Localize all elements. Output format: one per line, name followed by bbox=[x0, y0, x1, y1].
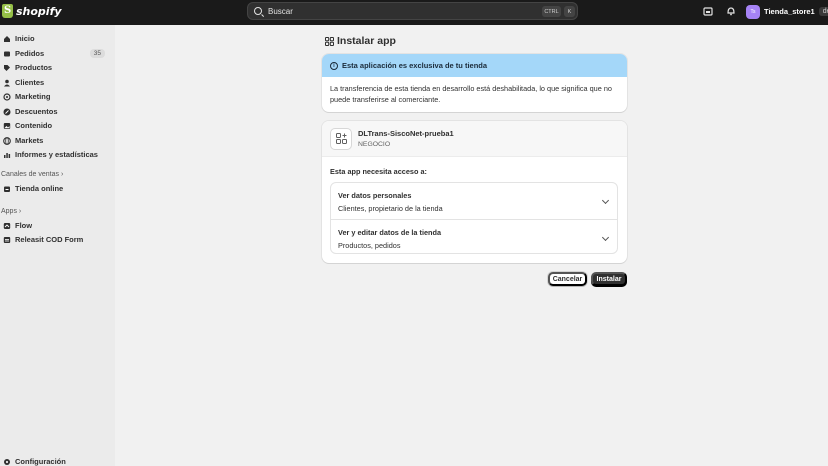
discount-icon bbox=[3, 108, 11, 115]
banner-body: La transferencia de esta tienda en desar… bbox=[330, 84, 612, 104]
store-icon bbox=[4, 186, 10, 192]
sidebar-item-configuracion[interactable]: Configuración bbox=[0, 455, 115, 466]
search-bar[interactable]: CTRL K bbox=[247, 2, 578, 20]
app-permissions-card: DLTrans-SiscoNet-prueba1 NEGOCIO Esta ap… bbox=[322, 121, 627, 263]
sales-channels-section[interactable]: Canales de ventas › bbox=[1, 171, 63, 178]
sidebar-item-pedidos[interactable]: Pedidos 35 bbox=[0, 47, 115, 60]
chevron-right-icon: › bbox=[18, 208, 22, 215]
sidebar-item-tienda-online[interactable]: Tienda online bbox=[0, 182, 115, 195]
sidebar-item-label: Markets bbox=[15, 136, 44, 145]
sidebar-item-label: Pedidos bbox=[15, 49, 45, 58]
chart-icon bbox=[4, 152, 11, 158]
sidebar-item-releasit[interactable]: Releasit COD Form bbox=[0, 233, 115, 246]
dev-badge: dev bbox=[818, 7, 828, 16]
target-icon bbox=[3, 92, 11, 101]
search-icon bbox=[254, 7, 262, 15]
chevron-down-icon[interactable] bbox=[601, 196, 610, 205]
app-category: NEGOCIO bbox=[358, 141, 391, 148]
chevron-right-icon: › bbox=[60, 171, 64, 178]
sidebar-item-label: Productos bbox=[15, 63, 53, 72]
shopify-bag-icon bbox=[2, 4, 13, 18]
permission-desc: Productos, pedidos bbox=[338, 241, 401, 250]
permission-item[interactable]: Ver y editar datos de la tienda Producto… bbox=[331, 219, 617, 255]
permission-name: Ver datos personales bbox=[338, 191, 412, 200]
logo-text: shopify bbox=[16, 4, 62, 18]
top-bar: shopify CTRL K Ts Tienda_store1 dev bbox=[0, 0, 828, 25]
permissions-title: Esta app necesita acceso a: bbox=[330, 167, 427, 176]
sidebar-item-label: Descuentos bbox=[15, 107, 58, 116]
install-button[interactable]: Instalar bbox=[591, 272, 627, 286]
exclusive-app-banner: i Esta aplicación es exclusiva de tu tie… bbox=[322, 54, 627, 112]
app-name: DLTrans-SiscoNet-prueba1 bbox=[358, 129, 454, 138]
banner-title: Esta aplicación es exclusiva de tu tiend… bbox=[342, 61, 488, 70]
sidebar-item-label: Informes y estadísticas bbox=[15, 150, 98, 159]
sidebar-item-productos[interactable]: Productos bbox=[0, 61, 115, 74]
sales-channels-label: Canales de ventas bbox=[1, 171, 59, 178]
app-icon bbox=[330, 127, 352, 150]
sidebar-item-informes[interactable]: Informes y estadísticas bbox=[0, 148, 115, 161]
apps-label: Apps bbox=[1, 208, 17, 215]
page-title-text: Instalar app bbox=[337, 35, 396, 47]
image-icon bbox=[3, 122, 11, 129]
store-menu-button[interactable]: Ts Tienda_store1 dev bbox=[746, 3, 828, 20]
cancel-button[interactable]: Cancelar bbox=[548, 272, 587, 286]
shortcut-k-key: K bbox=[564, 6, 575, 17]
sidebar-item-descuentos[interactable]: Descuentos bbox=[0, 105, 115, 118]
sidebar-item-label: Releasit COD Form bbox=[15, 235, 84, 244]
permission-desc: Clientes, propietario de la tienda bbox=[338, 204, 443, 213]
store-avatar: Ts bbox=[746, 4, 760, 19]
shopify-logo[interactable]: shopify bbox=[2, 4, 62, 18]
form-icon bbox=[3, 236, 11, 243]
page-title: Instalar app bbox=[325, 35, 396, 47]
apps-section[interactable]: Apps › bbox=[1, 208, 21, 215]
sidebar-item-inicio[interactable]: Inicio bbox=[0, 32, 115, 45]
sidebar-item-markets[interactable]: Markets bbox=[0, 134, 115, 147]
sidebar-item-marketing[interactable]: Marketing bbox=[0, 90, 115, 103]
sidebar-item-flow[interactable]: Flow bbox=[0, 219, 115, 232]
app-grid-icon bbox=[335, 133, 347, 144]
home-icon bbox=[4, 35, 10, 42]
info-icon: i bbox=[330, 61, 338, 70]
chevron-down-icon[interactable] bbox=[601, 233, 610, 242]
person-icon bbox=[4, 79, 10, 86]
sidebar-item-label: Clientes bbox=[15, 78, 45, 87]
sidebar-item-label: Contenido bbox=[15, 121, 53, 130]
flow-icon bbox=[3, 222, 11, 229]
permissions-list: Ver datos personales Clientes, propietar… bbox=[330, 182, 618, 254]
sidebar-item-label: Configuración bbox=[15, 457, 66, 466]
store-icon[interactable] bbox=[703, 6, 713, 16]
sidebar-item-label: Marketing bbox=[15, 92, 51, 101]
shortcut-ctrl-key: CTRL bbox=[542, 6, 561, 17]
apps-icon bbox=[325, 36, 334, 46]
banner-header: i Esta aplicación es exclusiva de tu tie… bbox=[322, 54, 627, 77]
sidebar-item-label: Tienda online bbox=[15, 184, 64, 193]
sidebar-item-label: Inicio bbox=[15, 34, 35, 43]
sidebar-item-label: Flow bbox=[15, 221, 33, 230]
globe-icon bbox=[3, 136, 11, 145]
orders-count-badge: 35 bbox=[89, 49, 105, 58]
app-header: DLTrans-SiscoNet-prueba1 NEGOCIO bbox=[322, 121, 627, 157]
search-input[interactable] bbox=[268, 6, 468, 16]
sidebar: Inicio Pedidos 35 Productos Clientes Mar… bbox=[0, 25, 115, 466]
permission-item[interactable]: Ver datos personales Clientes, propietar… bbox=[331, 183, 617, 219]
sidebar-item-contenido[interactable]: Contenido bbox=[0, 119, 115, 132]
store-name: Tienda_store1 bbox=[764, 7, 815, 16]
gear-icon bbox=[4, 458, 10, 465]
permission-name: Ver y editar datos de la tienda bbox=[338, 228, 442, 237]
tag-icon bbox=[4, 64, 10, 71]
sidebar-item-clientes[interactable]: Clientes bbox=[0, 76, 115, 89]
orders-icon bbox=[4, 51, 10, 56]
bell-icon[interactable] bbox=[726, 6, 736, 16]
